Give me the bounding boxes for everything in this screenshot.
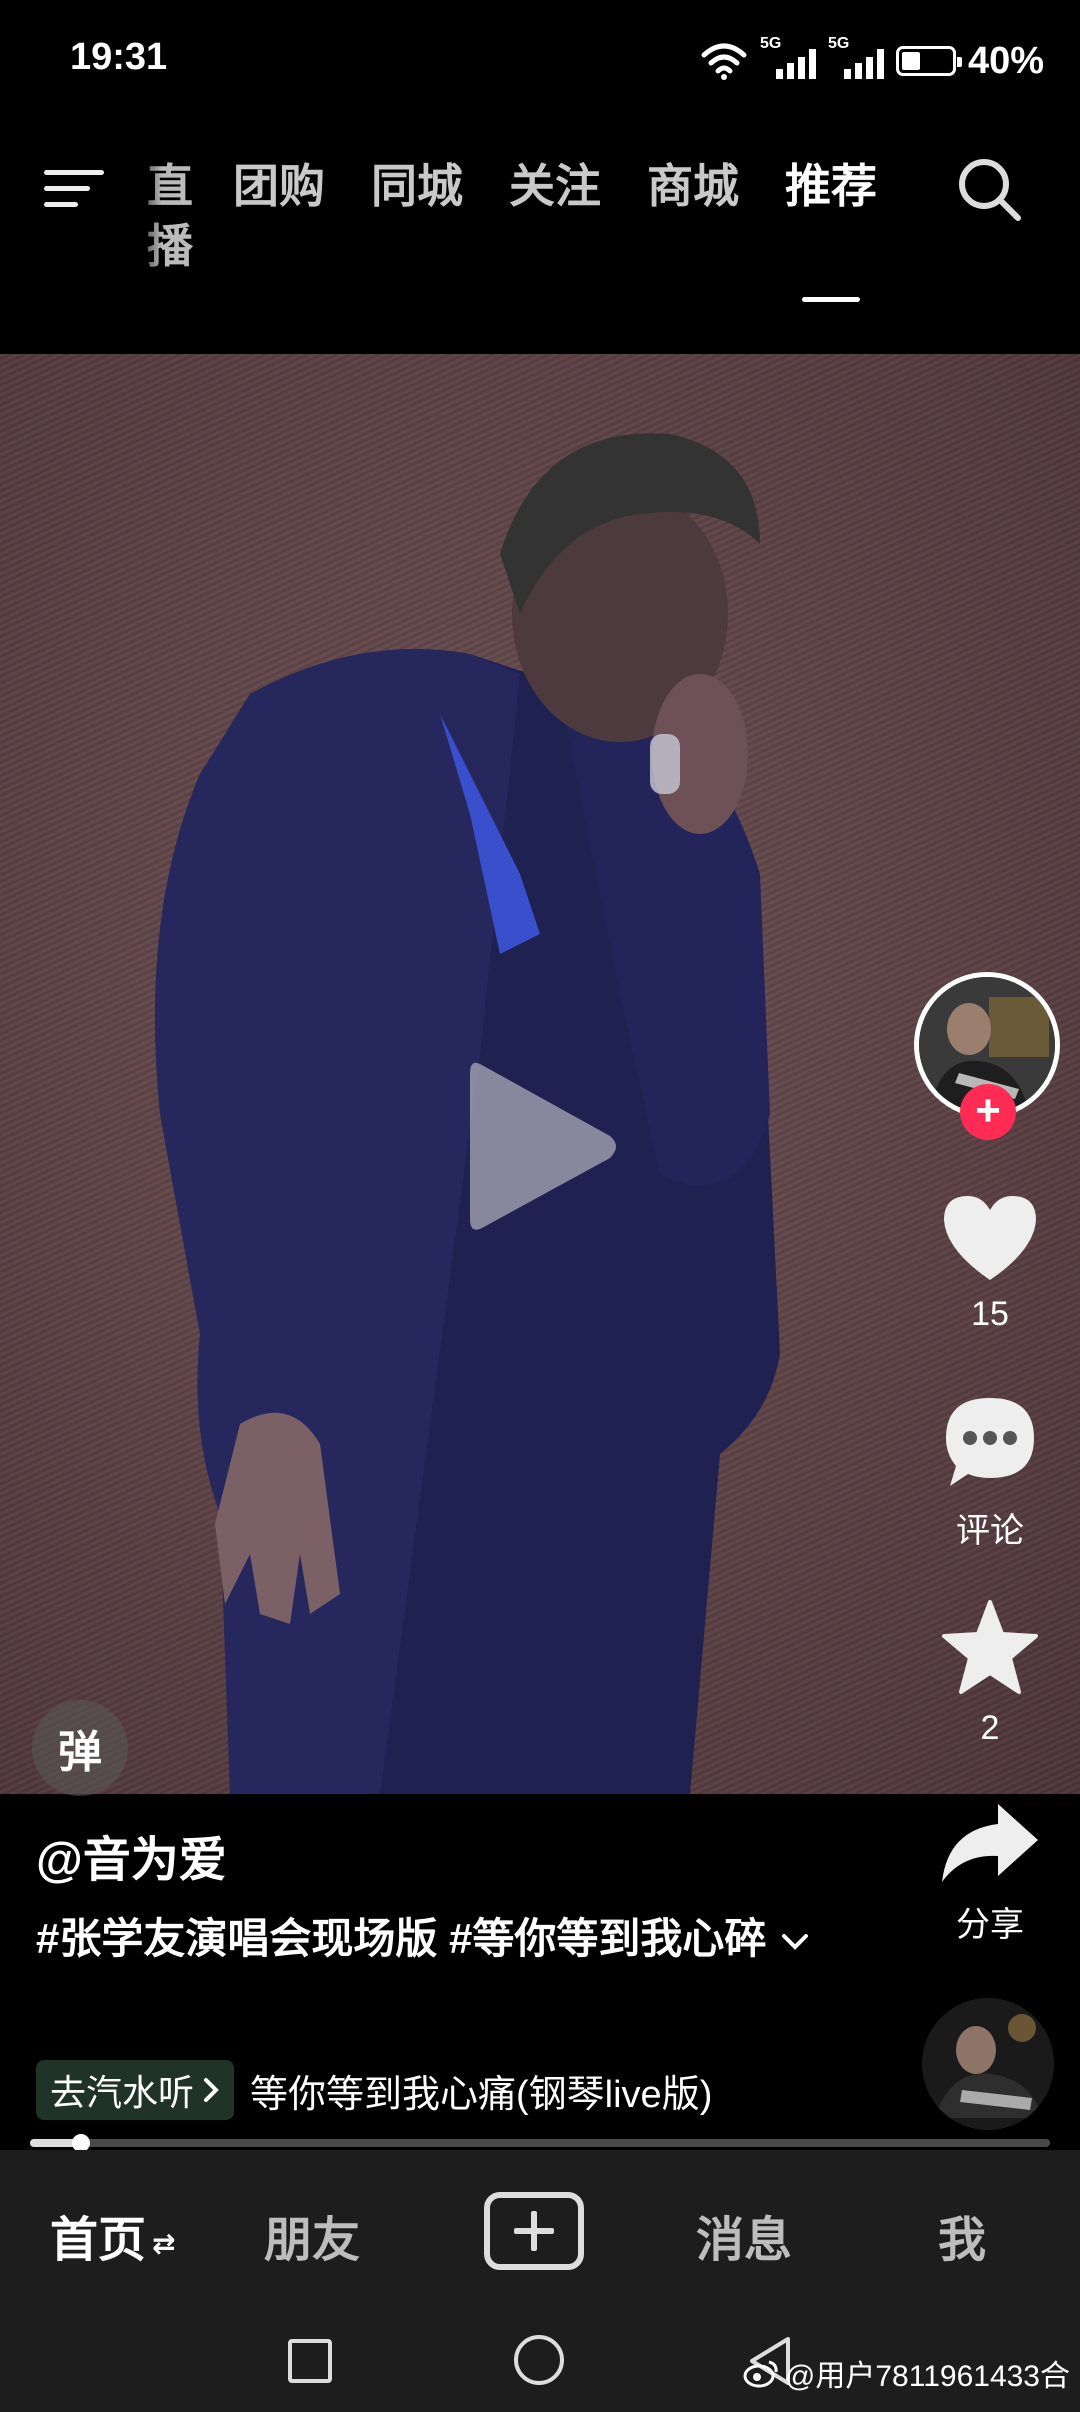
bottom-tab-bar: 首页 ⇄ 朋友 消息 我 bbox=[0, 2150, 1080, 2315]
comment-label: 评论 bbox=[956, 1512, 1024, 1550]
chevron-down-icon[interactable] bbox=[780, 1932, 810, 1952]
status-time: 19:31 bbox=[70, 36, 168, 78]
tab-me[interactable]: 我 bbox=[938, 2200, 986, 2270]
tab-local[interactable]: 同城 bbox=[348, 156, 486, 276]
home-button[interactable] bbox=[514, 2335, 564, 2385]
tab-mall[interactable]: 商城 bbox=[624, 156, 762, 276]
star-icon[interactable] bbox=[940, 1598, 1040, 1698]
favorite-count: 2 bbox=[980, 1709, 1000, 1747]
music-disc[interactable] bbox=[922, 1998, 1054, 2130]
favorite-action[interactable]: 2 bbox=[920, 1598, 1060, 1748]
status-bar: 19:31 5G 5G 40% bbox=[0, 0, 1080, 120]
tab-friends[interactable]: 朋友 bbox=[264, 2200, 360, 2270]
create-post-button[interactable] bbox=[484, 2192, 584, 2270]
chevron-right-icon bbox=[204, 2078, 219, 2102]
play-icon[interactable] bbox=[460, 1054, 620, 1239]
battery-icon bbox=[895, 46, 962, 76]
watermark: @用户7811961433合 bbox=[743, 2351, 1070, 2395]
tab-live[interactable]: 直播 bbox=[130, 156, 210, 276]
recents-button[interactable] bbox=[288, 2339, 332, 2383]
caption-block[interactable]: #张学友演唱会现场版 #等你等到我心碎 bbox=[36, 1906, 816, 1972]
listen-in-app-button[interactable]: 去汽水听 bbox=[36, 2060, 235, 2120]
share-icon[interactable] bbox=[938, 1800, 1042, 1886]
share-action[interactable]: 分享 bbox=[920, 1800, 1060, 1946]
feed-tabs: 直播 团购 同城 关注 商城 推荐 bbox=[130, 156, 900, 302]
menu-icon[interactable] bbox=[44, 164, 108, 214]
status-icons: 5G 5G 40% bbox=[700, 35, 1044, 86]
danmu-toggle-button[interactable]: 弹 bbox=[32, 1700, 128, 1796]
signal-icon: 5G bbox=[828, 35, 884, 81]
tab-following[interactable]: 关注 bbox=[486, 156, 624, 276]
music-title[interactable]: 等你等到我心痛(钢琴live版) bbox=[250, 2063, 712, 2118]
watermark-text: @用户7811961433合 bbox=[784, 2360, 1070, 2393]
author-avatar[interactable]: + bbox=[914, 972, 1060, 1140]
like-count: 15 bbox=[971, 1295, 1009, 1333]
video-progress-bar[interactable] bbox=[30, 2134, 1050, 2152]
wifi-icon bbox=[701, 43, 747, 80]
swap-icon: ⇄ bbox=[152, 2227, 176, 2259]
listen-in-app-label: 去汽水听 bbox=[50, 2072, 195, 2113]
comment-action[interactable]: 评论 bbox=[920, 1392, 1060, 1552]
like-action[interactable]: 15 bbox=[920, 1192, 1060, 1334]
music-row: 去汽水听 等你等到我心痛(钢琴live版) bbox=[36, 2058, 712, 2122]
follow-button[interactable]: + bbox=[960, 1084, 1016, 1140]
system-nav-bar: @用户7811961433合 bbox=[0, 2315, 1080, 2412]
signal-icon: 5G bbox=[760, 35, 816, 81]
tab-home[interactable]: 首页 ⇄ bbox=[50, 2200, 175, 2270]
caption-text: #张学友演唱会现场版 #等你等到我心碎 bbox=[36, 1915, 767, 1962]
battery-percent: 40% bbox=[967, 39, 1044, 82]
comment-icon[interactable] bbox=[940, 1392, 1040, 1492]
tab-messages[interactable]: 消息 bbox=[696, 2200, 792, 2270]
tab-group-buy[interactable]: 团购 bbox=[210, 156, 348, 276]
share-label: 分享 bbox=[956, 1906, 1024, 1944]
tab-home-label: 首页 bbox=[50, 2214, 147, 2267]
heart-icon[interactable] bbox=[940, 1192, 1040, 1284]
author-name[interactable]: @音为爱 bbox=[36, 1820, 227, 1890]
search-icon[interactable] bbox=[954, 154, 1026, 226]
top-nav: 直播 团购 同城 关注 商城 推荐 bbox=[0, 140, 1080, 302]
tab-recommended[interactable]: 推荐 bbox=[762, 156, 900, 302]
music-disc-image bbox=[922, 1998, 1054, 2130]
weibo-icon bbox=[743, 2360, 778, 2388]
